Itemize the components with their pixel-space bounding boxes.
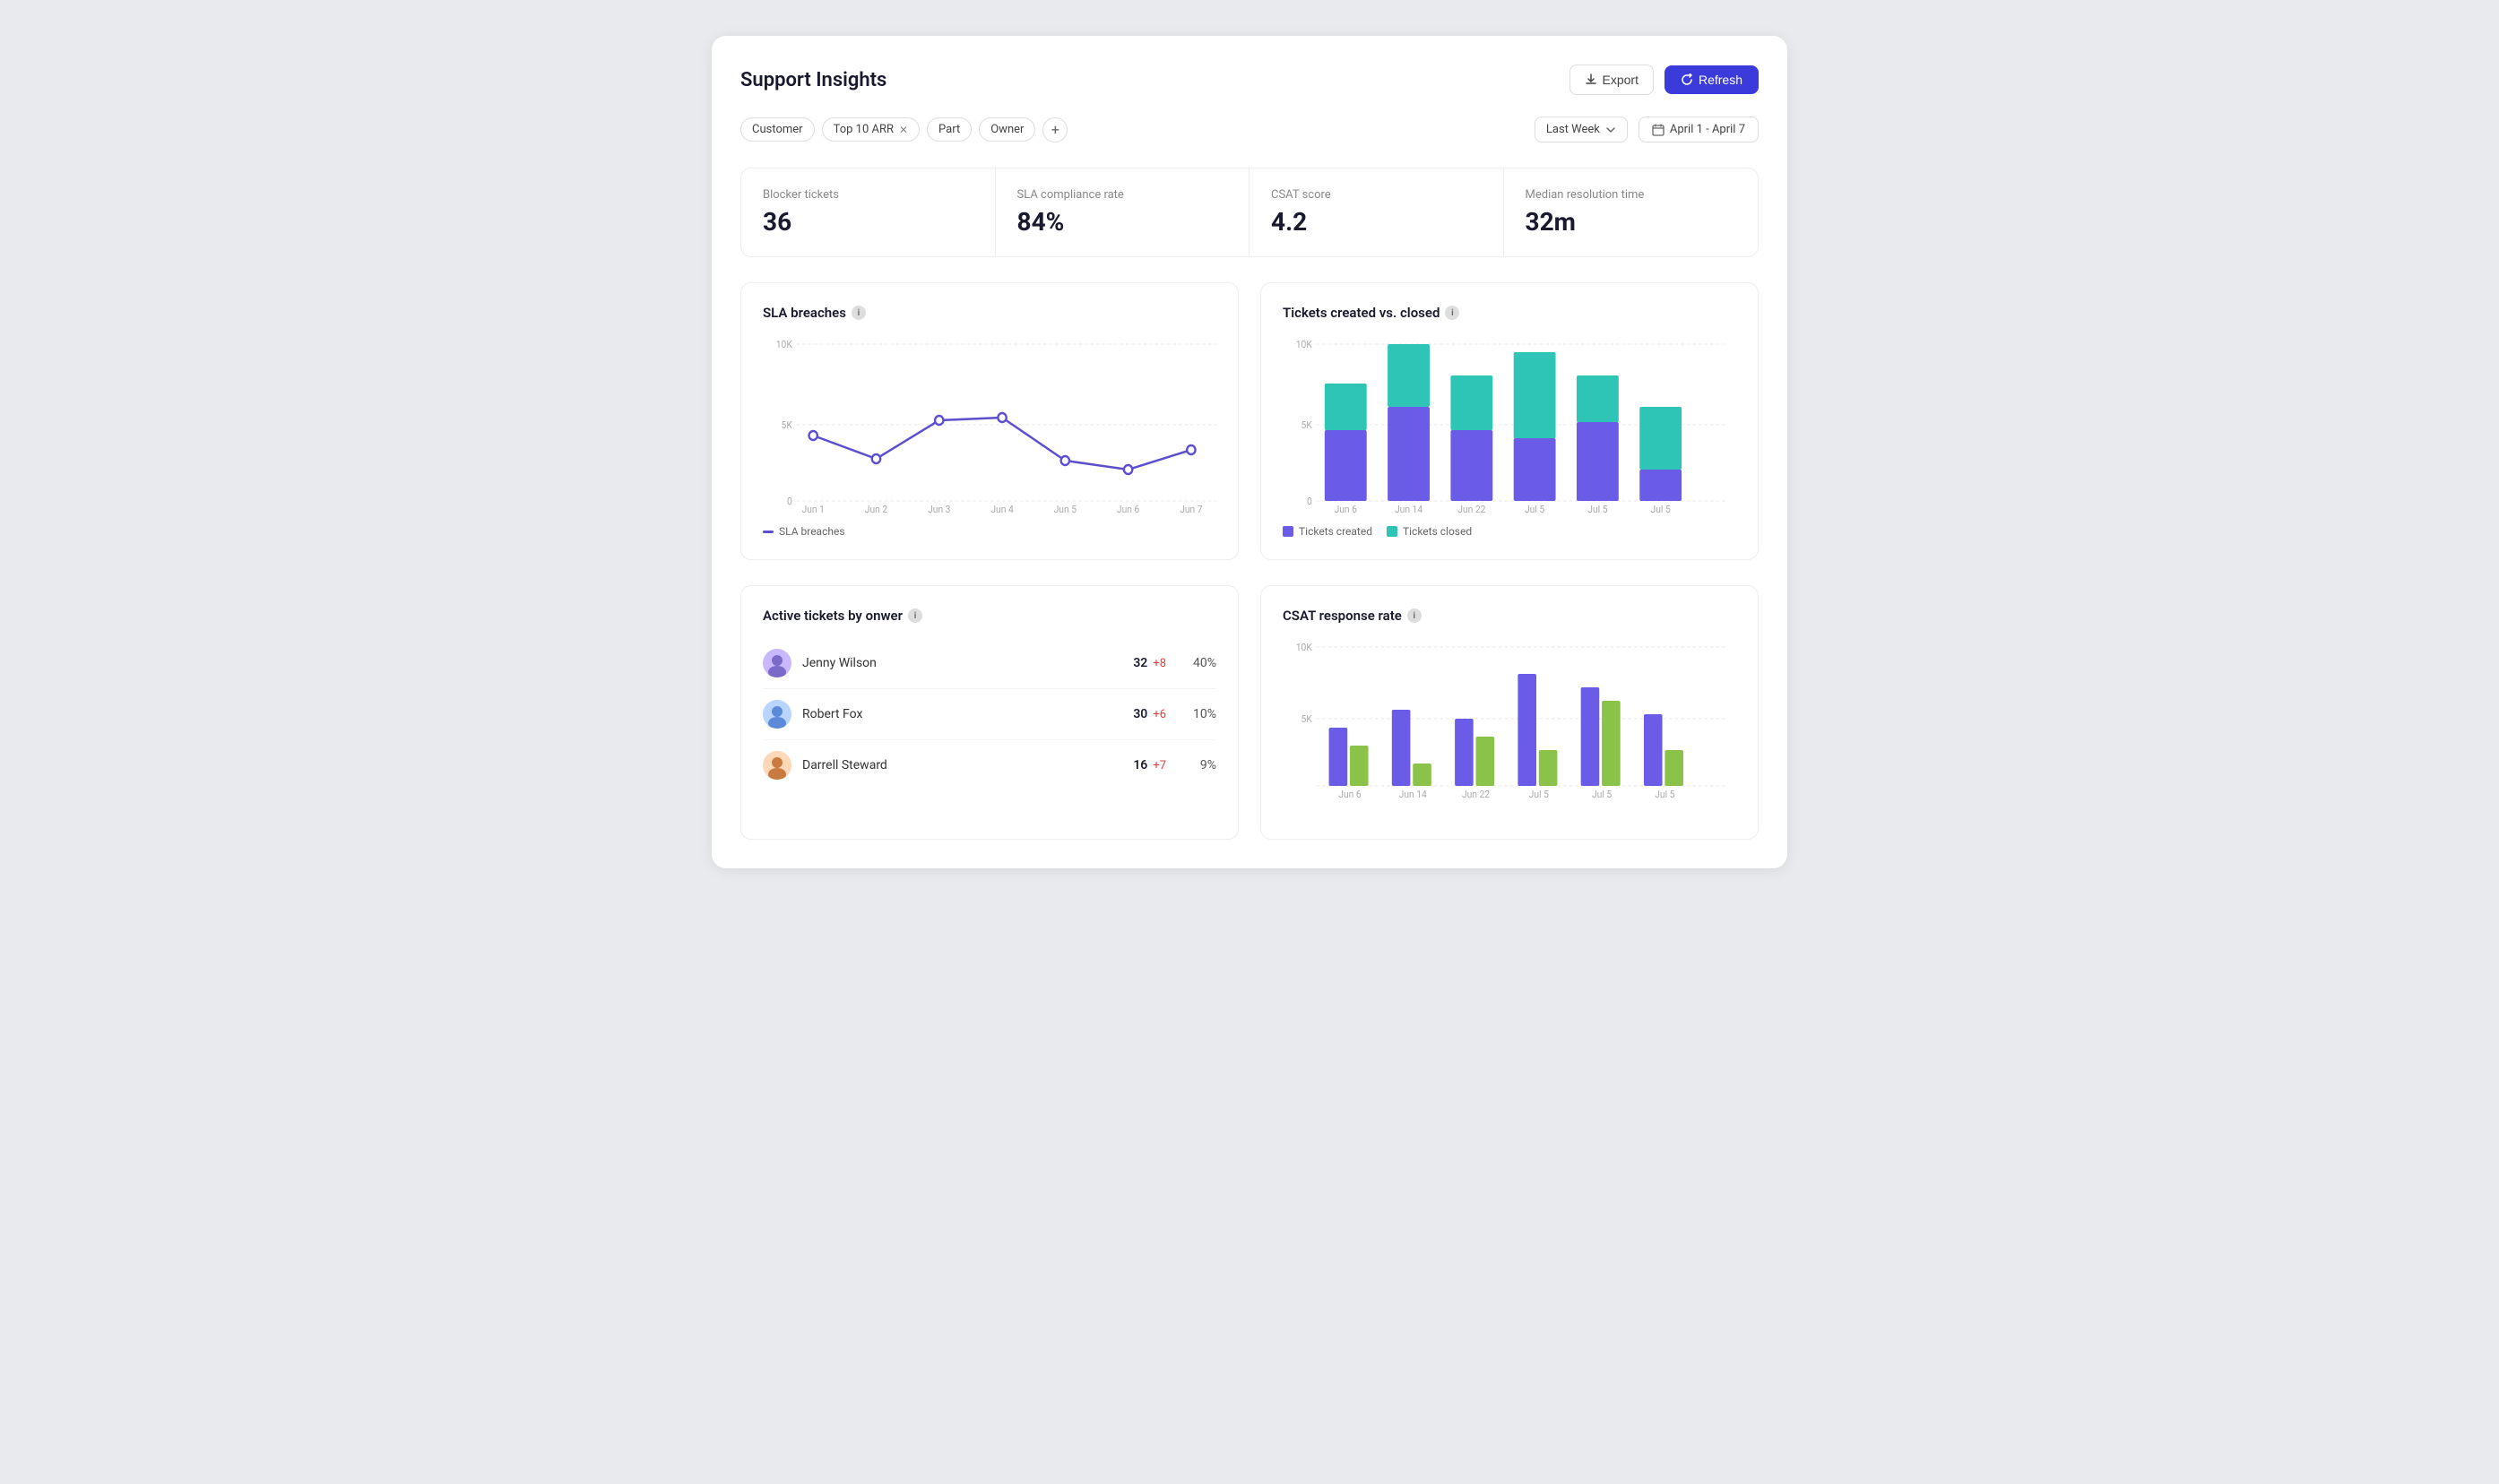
metrics-row: Blocker tickets 36 SLA compliance rate 8… — [740, 168, 1759, 257]
filter-tag-owner[interactable]: Owner — [979, 117, 1035, 142]
svg-text:Jun 1: Jun 1 — [802, 504, 825, 514]
header: Support Insights Export Refresh — [740, 65, 1759, 95]
csat-chart-area: 10K 5K — [1283, 638, 1736, 817]
export-button[interactable]: Export — [1569, 65, 1654, 95]
svg-text:Jul 5: Jul 5 — [1655, 789, 1674, 799]
svg-text:10K: 10K — [1296, 339, 1312, 350]
charts-row: SLA breaches i 10K 5K 0 — [740, 282, 1759, 560]
active-tickets-card: Active tickets by onwer i Jenny Wilson 3… — [740, 585, 1239, 840]
svg-text:Jun 2: Jun 2 — [865, 504, 887, 514]
svg-text:Jul 5: Jul 5 — [1651, 504, 1671, 514]
filter-tag-customer[interactable]: Customer — [740, 117, 815, 142]
refresh-button[interactable]: Refresh — [1665, 65, 1759, 94]
filter-tag-part[interactable]: Part — [927, 117, 972, 142]
svg-text:Jun 3: Jun 3 — [928, 504, 950, 514]
date-controls: Last Week April 1 - April 7 — [1535, 116, 1759, 142]
darrell-avatar — [763, 751, 791, 780]
tickets-created-legend: Tickets created — [1283, 525, 1372, 538]
svg-text:10K: 10K — [776, 339, 792, 350]
csat-chart-title: CSAT response rate i — [1283, 608, 1736, 624]
svg-text:Jul 5: Jul 5 — [1525, 504, 1544, 514]
svg-text:5K: 5K — [1301, 419, 1313, 431]
add-filter-button[interactable]: + — [1042, 117, 1068, 142]
svg-text:0: 0 — [1307, 496, 1312, 507]
sla-chart-title: SLA breaches i — [763, 305, 1216, 321]
tickets-chart-area: 10K 5K 0 — [1283, 335, 1736, 514]
svg-text:5K: 5K — [1301, 713, 1313, 725]
tickets-chart-title: Tickets created vs. closed i — [1283, 305, 1736, 321]
filter-tag-arr[interactable]: Top 10 ARR ✕ — [822, 117, 920, 142]
sla-info-icon[interactable]: i — [852, 306, 866, 320]
robert-avatar — [763, 700, 791, 729]
csat-chart-card: CSAT response rate i 10K 5K — [1260, 585, 1759, 840]
chevron-down-icon — [1605, 125, 1616, 135]
owner-row-jenny: Jenny Wilson 32 +8 40% — [763, 638, 1216, 689]
sla-chart-area: 10K 5K 0 Jun 1 Ju — [763, 335, 1216, 514]
svg-text:Jun 6: Jun 6 — [1117, 504, 1139, 514]
metric-csat-score: CSAT score 4.2 — [1250, 168, 1504, 256]
metric-sla-compliance: SLA compliance rate 84% — [996, 168, 1250, 256]
page-title: Support Insights — [740, 69, 886, 91]
metric-resolution-time: Median resolution time 32m — [1504, 168, 1759, 256]
calendar-icon — [1652, 124, 1665, 136]
svg-text:Jun 6: Jun 6 — [1338, 789, 1361, 799]
csat-info-icon[interactable]: i — [1407, 608, 1422, 623]
svg-text:0: 0 — [787, 496, 792, 507]
export-icon — [1585, 73, 1597, 86]
svg-text:Jun 14: Jun 14 — [1395, 504, 1422, 514]
sla-legend-item: SLA breaches — [763, 525, 845, 538]
owner-row-robert: Robert Fox 30 +6 10% — [763, 689, 1216, 740]
svg-text:Jun 14: Jun 14 — [1399, 789, 1427, 799]
tickets-closed-legend: Tickets closed — [1387, 525, 1472, 538]
svg-text:Jun 4: Jun 4 — [990, 504, 1013, 514]
dashboard-container: Support Insights Export Refresh Customer — [712, 36, 1787, 868]
owner-row-darrell: Darrell Steward 16 +7 9% — [763, 740, 1216, 790]
svg-text:Jul 5: Jul 5 — [1587, 504, 1607, 514]
tickets-chart: Tickets created vs. closed i 10K 5K 0 — [1260, 282, 1759, 560]
tickets-legend: Tickets created Tickets closed — [1283, 525, 1736, 538]
refresh-icon — [1681, 73, 1693, 86]
svg-text:5K: 5K — [782, 419, 793, 431]
jenny-avatar — [763, 649, 791, 677]
svg-text:Jun 22: Jun 22 — [1457, 504, 1485, 514]
svg-text:Jun 22: Jun 22 — [1462, 789, 1490, 799]
sla-breaches-chart: SLA breaches i 10K 5K 0 — [740, 282, 1239, 560]
remove-arr-filter[interactable]: ✕ — [899, 124, 908, 136]
date-range-display: April 1 - April 7 — [1639, 116, 1759, 142]
bottom-row: Active tickets by onwer i Jenny Wilson 3… — [740, 585, 1759, 840]
svg-text:Jul 5: Jul 5 — [1592, 789, 1612, 799]
filter-tags: Customer Top 10 ARR ✕ Part Owner + — [740, 117, 1068, 142]
svg-text:Jul 5: Jul 5 — [1529, 789, 1549, 799]
sla-legend: SLA breaches — [763, 525, 1216, 538]
metric-blocker-tickets: Blocker tickets 36 — [741, 168, 996, 256]
filters-bar: Customer Top 10 ARR ✕ Part Owner + Last … — [740, 116, 1759, 142]
tickets-info-icon[interactable]: i — [1445, 306, 1459, 320]
header-actions: Export Refresh — [1569, 65, 1760, 95]
svg-text:Jun 7: Jun 7 — [1180, 504, 1202, 514]
date-preset-select[interactable]: Last Week — [1535, 116, 1628, 142]
owner-list: Jenny Wilson 32 +8 40% Robert Fox 30 +6 … — [763, 638, 1216, 790]
svg-text:Jun 5: Jun 5 — [1054, 504, 1077, 514]
active-tickets-info-icon[interactable]: i — [908, 608, 922, 623]
active-tickets-title: Active tickets by onwer i — [763, 608, 1216, 624]
svg-text:Jun 6: Jun 6 — [1335, 504, 1357, 514]
svg-text:10K: 10K — [1296, 642, 1312, 653]
